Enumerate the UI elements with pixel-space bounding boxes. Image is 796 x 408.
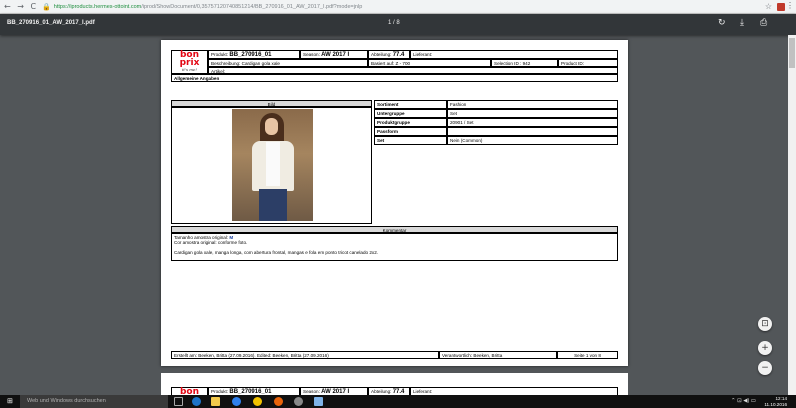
footer-page: Seite 1 von 8	[557, 351, 618, 359]
zoom-out-button[interactable]: −	[758, 361, 772, 375]
pdf-page: bon prix it's me! Produkt: BB_270916_01 …	[161, 40, 628, 366]
abteilung-value: 77.4	[392, 51, 405, 58]
chrome-icon[interactable]	[253, 397, 262, 406]
basiert-cell: Basiert auf: Z - 700	[368, 59, 491, 67]
season-value: AW 2017 I	[321, 51, 350, 58]
zoom-in-button[interactable]: +	[758, 341, 772, 355]
attribute-value: 20901 / Set	[447, 118, 618, 127]
season-label-page2: Season:	[303, 388, 320, 394]
kommentar-size-value: M	[229, 234, 234, 240]
url-scheme: https://	[53, 3, 71, 10]
attribute-key: Set	[374, 136, 447, 145]
ie-icon[interactable]	[232, 397, 241, 406]
logo-text: bon prix	[179, 50, 200, 68]
footer-created: Erstellt am: Beeken, Britta (27.09.2016)…	[171, 351, 439, 359]
attribute-value: Nein (Common)	[447, 136, 618, 145]
produkt-label-page2: Produkt:	[211, 388, 229, 394]
taskbar-search[interactable]: Web und Windows durchsuchen	[20, 395, 168, 408]
scrollbar[interactable]	[788, 35, 796, 395]
kommentar-header: Kommentar	[171, 226, 618, 233]
footer-responsible: Verantwortlich: Beeken, Britta	[439, 351, 557, 359]
url-host: iproducts.hermes-ottoint.com	[70, 3, 142, 10]
abteilung-label: Abteilung:	[371, 51, 392, 57]
allgemeine-angaben: Allgemeine Angaben	[171, 74, 618, 82]
attribute-key: Untergruppe	[374, 109, 447, 118]
taskbar-search-placeholder: Web und Windows durchsuchen	[27, 398, 106, 404]
produkt-value: BB_270916_01	[229, 51, 272, 58]
windows-start-icon[interactable]: ⊞	[7, 398, 15, 405]
lieferant-cell: Lieferant:	[410, 50, 618, 59]
selection-id-cell: Selection ID : 942	[491, 59, 558, 67]
page-indicator[interactable]: 1 / 8	[388, 20, 400, 26]
kommentar-line-3: Cardigan gola xale, manga longa, com abe…	[174, 249, 379, 255]
beschreibung-cell: Beschreibung: Cardigan gola xale	[208, 59, 368, 67]
browser-menu-icon[interactable]: ⋮	[786, 1, 794, 10]
photo-top	[266, 142, 280, 186]
lock-icon: 🔒	[42, 3, 51, 11]
attribute-key: Produktgruppe	[374, 118, 447, 127]
url-path: /iprod/ShowDocument/0,3575712074085121​4…	[141, 3, 363, 10]
attribute-value: Set	[447, 109, 618, 118]
windows-taskbar: ⊞ Web und Windows durchsuchen ⌃ ⊡ ◀) ▭ 1…	[0, 395, 796, 408]
edge-icon[interactable]	[192, 397, 201, 406]
clock-date: 11.10.2016	[764, 401, 787, 407]
explorer-icon[interactable]	[211, 397, 220, 406]
task-view-icon[interactable]	[174, 397, 183, 406]
extension-icon[interactable]	[777, 3, 785, 11]
system-tray-icons[interactable]: ⌃ ⊡ ◀) ▭	[731, 398, 756, 404]
produkt-label: Produkt:	[211, 51, 229, 57]
url-field[interactable]: https://iproducts.hermes-ottoint.com/ipr…	[54, 4, 362, 10]
season-label: Season:	[303, 51, 320, 57]
artikel-cell: Artikel:	[208, 67, 618, 74]
product-id-cell: Product ID:	[558, 59, 618, 67]
season-cell: Season: AW 2017 I	[300, 50, 368, 59]
abteilung-value-page2: 77.4	[392, 388, 405, 395]
pdf-filename: BB_270916_01_AW_2017_I.pdf	[7, 20, 95, 26]
attribute-key: Sortiment	[374, 100, 447, 109]
browser-nav-buttons[interactable]: ← → C	[4, 2, 38, 11]
bonprix-logo: bon prix it's me!	[171, 50, 208, 74]
photo-jeans	[259, 189, 287, 221]
scrollbar-thumb[interactable]	[789, 38, 795, 68]
abteilung-cell: Abteilung: 77.4	[368, 50, 410, 59]
produkt-value-page2: BB_270916_01	[229, 388, 272, 395]
firefox-icon[interactable]	[274, 397, 283, 406]
bookmark-star-icon[interactable]: ☆	[765, 2, 772, 11]
abteilung-label-page2: Abteilung:	[371, 388, 392, 394]
kommentar-box: Tamanho amostra original: M Cor amostra …	[171, 233, 618, 261]
bild-header: Bild	[171, 100, 372, 107]
print-icon[interactable]: ⎙	[760, 18, 767, 28]
pdf-toolbar: BB_270916_01_AW_2017_I.pdf 1 / 8 ↻ ⤓ ⎙	[0, 14, 796, 35]
logo-tagline: it's me!	[181, 67, 198, 72]
rotate-icon[interactable]: ↻	[718, 18, 726, 28]
photo-face	[265, 118, 278, 135]
produkt-cell: Produkt: BB_270916_01	[208, 50, 300, 59]
kommentar-size-label: Tamanho amostra original:	[174, 234, 229, 240]
attribute-value: Fashion	[447, 100, 618, 109]
settings-icon[interactable]	[294, 397, 303, 406]
fit-page-button[interactable]: ⊡	[758, 317, 772, 331]
product-photo	[232, 109, 313, 221]
browser-address-bar: ← → C 🔒 https://iproducts.hermes-ottoint…	[0, 0, 796, 14]
taskbar-clock[interactable]: 12:14 11.10.2016	[764, 396, 787, 407]
season-value-page2: AW 2017 I	[321, 388, 350, 395]
download-icon[interactable]: ⤓	[740, 18, 744, 28]
attribute-value	[447, 127, 618, 136]
app-icon[interactable]	[314, 397, 323, 406]
attribute-key: Passform	[374, 127, 447, 136]
